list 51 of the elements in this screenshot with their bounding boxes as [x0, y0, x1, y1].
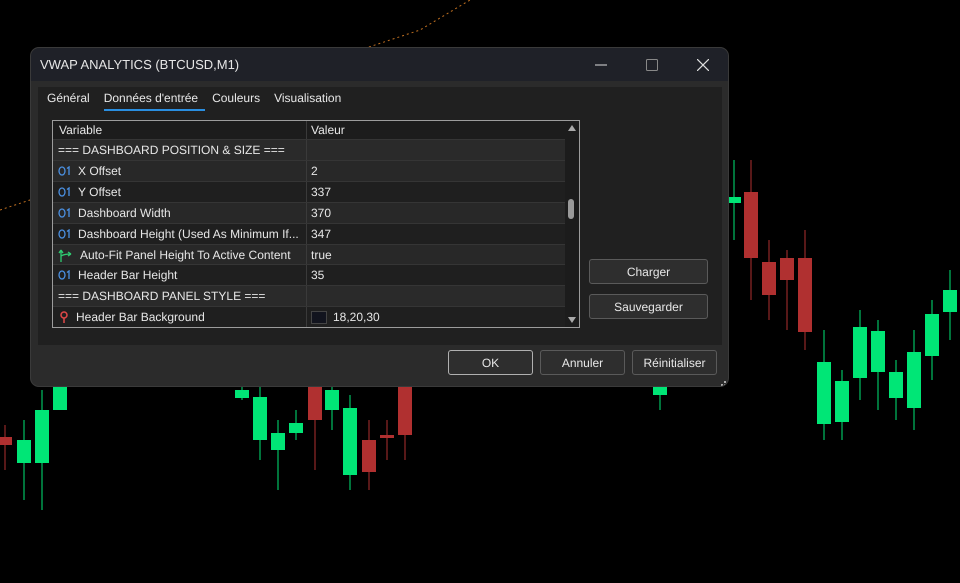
candle: [289, 410, 303, 440]
table-cell: Y Offset: [78, 185, 121, 199]
dialog-button[interactable]: Réinitialiser: [632, 350, 717, 375]
candle: [235, 386, 249, 400]
section-header: === DASHBOARD PANEL STYLE ===: [58, 289, 266, 304]
candle: [271, 420, 285, 490]
candle: [889, 360, 903, 420]
table-cell: 370: [311, 206, 332, 220]
column-header: Variable: [59, 123, 102, 138]
close-icon[interactable]: [697, 58, 709, 70]
maximize-icon[interactable]: [646, 58, 658, 70]
tab[interactable]: Couleurs: [212, 89, 268, 111]
integer-type-icon: [58, 166, 72, 176]
dialog-button[interactable]: OK: [448, 350, 533, 375]
window-title: VWAP ANALYTICS (BTCUSD,M1): [40, 57, 240, 72]
integer-type-icon: [58, 228, 72, 239]
integer-type-icon: [58, 208, 72, 218]
column-header: Valeur: [311, 123, 345, 138]
table-cell: 35: [311, 268, 324, 282]
dialog-button[interactable]: Annuler: [540, 350, 625, 375]
table-cell: X Offset: [78, 164, 122, 178]
side-button[interactable]: Charger: [589, 259, 708, 284]
tab[interactable]: Données d'entrée: [104, 89, 206, 111]
candle: [0, 424, 12, 470]
section-header: === DASHBOARD POSITION & SIZE ===: [58, 143, 285, 158]
candle: [53, 386, 67, 410]
scroll-up-icon[interactable]: [568, 125, 576, 131]
table-cell: Header Bar Height: [78, 268, 178, 282]
pin-icon: [58, 311, 70, 324]
tab[interactable]: Général: [47, 89, 97, 111]
candle: [362, 420, 376, 490]
table-cell: 2: [311, 164, 318, 178]
table-cell: Dashboard Width: [78, 206, 171, 220]
scroll-down-icon[interactable]: [568, 317, 576, 323]
candle: [943, 270, 957, 340]
table-cell: Header Bar Background: [76, 310, 205, 324]
table-cell: 18,20,30: [333, 310, 380, 324]
candle: [835, 370, 849, 440]
side-button[interactable]: Sauvegarder: [589, 294, 708, 319]
table-cell: true: [311, 248, 332, 262]
integer-type-icon: [58, 270, 72, 280]
table-cell: Auto-Fit Panel Height To Active Content: [80, 248, 291, 262]
tab[interactable]: Visualisation: [274, 89, 348, 111]
integer-type-icon: [58, 187, 72, 197]
candle: [380, 420, 394, 460]
table-cell: 337: [311, 185, 332, 199]
table-cell: 347: [311, 226, 332, 241]
candle: [653, 386, 667, 410]
candle: [325, 386, 339, 430]
table-cell: Dashboard Height (Used As Minimum If...: [78, 226, 299, 241]
scrollbar-thumb[interactable]: [568, 199, 574, 219]
